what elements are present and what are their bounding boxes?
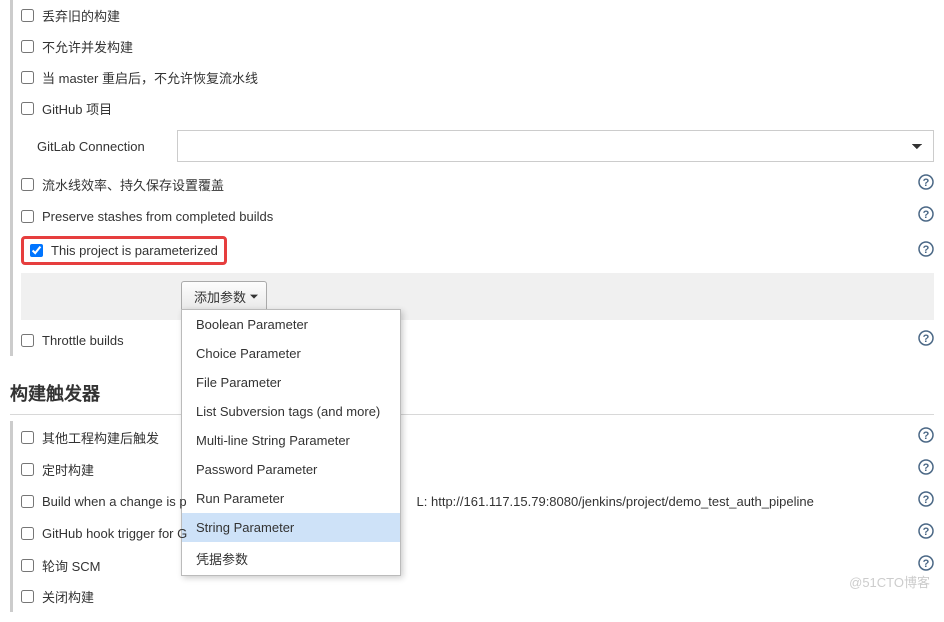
add-parameter-section: 添加参数 Boolean ParameterChoice ParameterFi…	[21, 273, 934, 320]
github-hook-checkbox[interactable]	[21, 527, 34, 540]
pipeline-speed-checkbox[interactable]	[21, 178, 34, 191]
svg-text:?: ?	[923, 177, 930, 189]
gitlab-connection-select[interactable]	[177, 130, 934, 162]
throttle-builds-label: Throttle builds	[42, 333, 124, 348]
preserve-stashes-label: Preserve stashes from completed builds	[42, 209, 273, 224]
github-project-row: GitHub 项目	[21, 93, 934, 124]
throttle-builds-row: Throttle builds ?	[21, 324, 934, 356]
help-icon[interactable]: ?	[918, 174, 934, 194]
pipeline-speed-row: 流水线效率、持久保存设置覆盖 ?	[21, 168, 934, 200]
build-triggers-title: 构建触发器	[10, 366, 934, 415]
param-menu-item[interactable]: Choice Parameter	[182, 339, 400, 368]
no-concurrent-row: 不允许并发构建	[21, 31, 934, 62]
parameterized-highlight: This project is parameterized	[21, 236, 227, 265]
preserve-stashes-checkbox[interactable]	[21, 210, 34, 223]
parameterized-row: This project is parameterized ?	[21, 232, 934, 269]
no-concurrent-checkbox[interactable]	[21, 40, 34, 53]
discard-old-builds-checkbox[interactable]	[21, 9, 34, 22]
poll-scm-row: 轮询 SCM ?	[21, 549, 934, 581]
parameterized-checkbox[interactable]	[30, 244, 43, 257]
close-build-label: 关闭构建	[42, 587, 94, 606]
svg-text:?: ?	[923, 430, 930, 442]
no-resume-master-label: 当 master 重启后，不允许恢复流水线	[42, 68, 258, 87]
github-hook-label: GitHub hook trigger for G	[42, 526, 187, 541]
build-on-change-prefix: Build when a change is p	[42, 494, 187, 509]
svg-text:?: ?	[923, 494, 930, 506]
help-icon[interactable]: ?	[918, 206, 934, 226]
param-menu-item[interactable]: Boolean Parameter	[182, 310, 400, 339]
other-project-trigger-checkbox[interactable]	[21, 431, 34, 444]
help-icon[interactable]: ?	[918, 427, 934, 447]
gitlab-connection-label: GitLab Connection	[21, 139, 177, 154]
help-icon[interactable]: ?	[918, 330, 934, 350]
no-resume-master-row: 当 master 重启后，不允许恢复流水线	[21, 62, 934, 93]
build-on-change-row: Build when a change is p L: http://161.1…	[21, 485, 934, 517]
close-build-checkbox[interactable]	[21, 590, 34, 603]
help-icon[interactable]: ?	[918, 555, 934, 575]
help-icon[interactable]: ?	[918, 241, 934, 261]
svg-text:?: ?	[923, 462, 930, 474]
help-icon[interactable]: ?	[918, 459, 934, 479]
other-project-trigger-label: 其他工程构建后触发	[42, 428, 159, 447]
poll-scm-label: 轮询 SCM	[42, 556, 101, 575]
other-project-trigger-row: 其他工程构建后触发 ?	[21, 421, 934, 453]
preserve-stashes-row: Preserve stashes from completed builds ?	[21, 200, 934, 232]
param-menu-item[interactable]: File Parameter	[182, 368, 400, 397]
help-icon[interactable]: ?	[918, 491, 934, 511]
help-icon[interactable]: ?	[918, 523, 934, 543]
github-hook-row: GitHub hook trigger for G ?	[21, 517, 934, 549]
svg-text:?: ?	[923, 333, 930, 345]
pipeline-speed-label: 流水线效率、持久保存设置覆盖	[42, 175, 224, 194]
gitlab-connection-row: GitLab Connection	[21, 124, 934, 168]
discard-old-builds-row: 丢弃旧的构建	[21, 0, 934, 31]
throttle-builds-checkbox[interactable]	[21, 334, 34, 347]
no-resume-master-checkbox[interactable]	[21, 71, 34, 84]
svg-text:?: ?	[923, 526, 930, 538]
timed-build-checkbox[interactable]	[21, 463, 34, 476]
build-on-change-url: L: http://161.117.15.79:8080/jenkins/pro…	[417, 494, 814, 509]
github-project-label: GitHub 项目	[42, 99, 112, 118]
no-concurrent-label: 不允许并发构建	[42, 37, 133, 56]
svg-text:?: ?	[923, 558, 930, 570]
poll-scm-checkbox[interactable]	[21, 559, 34, 572]
build-on-change-checkbox[interactable]	[21, 495, 34, 508]
add-parameter-button[interactable]: 添加参数	[181, 281, 267, 312]
github-project-checkbox[interactable]	[21, 102, 34, 115]
timed-build-row: 定时构建 ?	[21, 453, 934, 485]
close-build-row: 关闭构建	[21, 581, 934, 612]
parameterized-label: This project is parameterized	[51, 243, 218, 258]
svg-text:?: ?	[923, 209, 930, 221]
discard-old-builds-label: 丢弃旧的构建	[42, 6, 120, 25]
timed-build-label: 定时构建	[42, 460, 94, 479]
svg-text:?: ?	[923, 244, 930, 256]
